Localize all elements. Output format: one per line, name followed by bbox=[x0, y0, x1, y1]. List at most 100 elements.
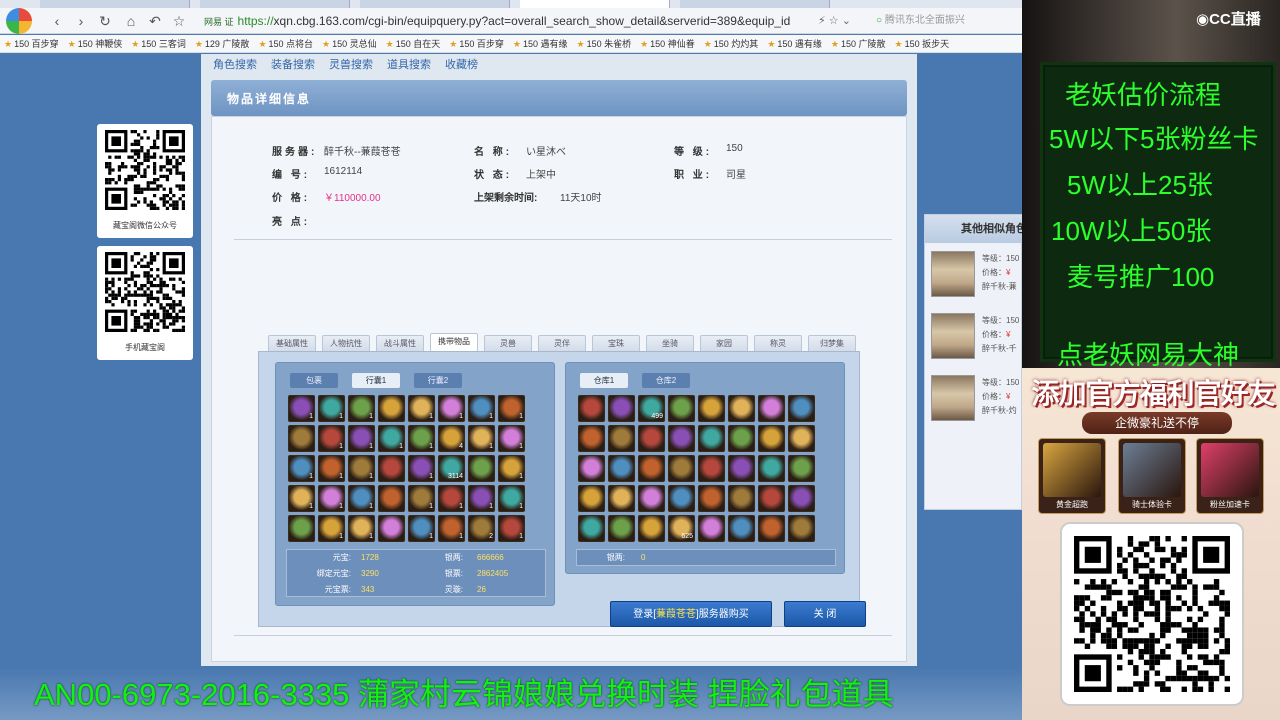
item-slot[interactable] bbox=[668, 455, 695, 482]
item-slot[interactable]: 1 bbox=[408, 485, 435, 512]
dropdown-icon[interactable]: ⌄ bbox=[842, 15, 851, 27]
item-slot[interactable] bbox=[758, 425, 785, 452]
buy-button[interactable]: 登录[蒹葭苍苍]服务器购买 bbox=[610, 601, 772, 627]
item-slot[interactable] bbox=[638, 455, 665, 482]
item-slot[interactable] bbox=[578, 425, 605, 452]
item-slot[interactable] bbox=[608, 455, 635, 482]
browser-tab[interactable] bbox=[40, 0, 190, 8]
similar-role-item[interactable]: 等级：150 价格：¥ 醉千秋-灼 bbox=[931, 375, 1022, 431]
item-slot[interactable] bbox=[668, 485, 695, 512]
undo-icon[interactable]: ↶ bbox=[146, 12, 164, 30]
bookmark-item[interactable]: 150 自在天 bbox=[382, 35, 446, 52]
item-slot[interactable] bbox=[698, 425, 725, 452]
item-slot[interactable] bbox=[668, 395, 695, 422]
item-slot[interactable]: 1 bbox=[468, 425, 495, 452]
item-slot[interactable]: 2 bbox=[468, 515, 495, 542]
home-icon[interactable]: ⌂ bbox=[122, 12, 140, 30]
item-slot[interactable] bbox=[668, 425, 695, 452]
item-slot[interactable] bbox=[578, 485, 605, 512]
tab-10[interactable]: 归梦集 bbox=[808, 335, 856, 351]
item-slot[interactable] bbox=[758, 395, 785, 422]
bookmark-item[interactable]: 150 三客词 bbox=[127, 35, 191, 52]
back-icon[interactable]: ‹ bbox=[48, 12, 66, 30]
item-slot[interactable]: 625 bbox=[668, 515, 695, 542]
bookmark-item[interactable]: 150 点将台 bbox=[254, 35, 318, 52]
item-slot[interactable] bbox=[378, 455, 405, 482]
bag-subtab-1[interactable]: 行囊1 bbox=[352, 373, 400, 388]
item-slot[interactable] bbox=[728, 455, 755, 482]
bookmark-item[interactable]: 150 遇有缘 bbox=[763, 35, 827, 52]
bookmark-item[interactable]: 150 广陵散 bbox=[827, 35, 891, 52]
tab-1[interactable]: 人物抗性 bbox=[322, 335, 370, 351]
item-slot[interactable] bbox=[378, 395, 405, 422]
nav-pet-search[interactable]: 灵兽搜索 bbox=[329, 56, 373, 72]
role-avatar[interactable] bbox=[931, 251, 975, 297]
role-avatar[interactable] bbox=[931, 375, 975, 421]
item-slot[interactable]: 1 bbox=[468, 395, 495, 422]
item-slot[interactable] bbox=[468, 455, 495, 482]
item-slot[interactable] bbox=[728, 395, 755, 422]
bookmark-item[interactable]: 150 扳步天 bbox=[891, 35, 955, 52]
bookmark-item[interactable]: 150 灼灼其 bbox=[700, 35, 764, 52]
item-slot[interactable] bbox=[578, 455, 605, 482]
item-slot[interactable]: 499 bbox=[638, 395, 665, 422]
warehouse-subtab-1[interactable]: 仓库2 bbox=[642, 373, 690, 388]
item-slot[interactable] bbox=[638, 485, 665, 512]
item-slot[interactable]: 1 bbox=[318, 455, 345, 482]
item-slot[interactable] bbox=[638, 515, 665, 542]
item-slot[interactable] bbox=[758, 515, 785, 542]
item-slot[interactable]: 1 bbox=[288, 395, 315, 422]
bookmark-item[interactable]: 150 百步穿 bbox=[445, 35, 509, 52]
bookmark-item[interactable]: 129 广陵散 bbox=[191, 35, 255, 52]
tab-5[interactable]: 灵伴 bbox=[538, 335, 586, 351]
item-slot[interactable]: 1 bbox=[408, 395, 435, 422]
tab-9[interactable]: 称灵 bbox=[754, 335, 802, 351]
bookmark-item[interactable]: 150 神鞭侠 bbox=[64, 35, 128, 52]
bookmark-item[interactable]: 150 朱雀桥 bbox=[572, 35, 636, 52]
item-slot[interactable]: 1 bbox=[318, 515, 345, 542]
item-slot[interactable]: 1 bbox=[498, 395, 525, 422]
search-input[interactable]: ○ 腾讯东北全面振兴 bbox=[876, 12, 1016, 30]
item-slot[interactable]: 1 bbox=[498, 515, 525, 542]
item-slot[interactable]: 1 bbox=[318, 425, 345, 452]
item-slot[interactable] bbox=[698, 455, 725, 482]
item-slot[interactable] bbox=[728, 515, 755, 542]
item-slot[interactable] bbox=[578, 515, 605, 542]
nav-role-search[interactable]: 角色搜索 bbox=[213, 56, 257, 72]
item-slot[interactable]: 1 bbox=[438, 515, 465, 542]
item-slot[interactable] bbox=[728, 485, 755, 512]
tab-4[interactable]: 灵兽 bbox=[484, 335, 532, 351]
item-slot[interactable] bbox=[788, 515, 815, 542]
close-button[interactable]: 关 闭 bbox=[784, 601, 866, 627]
item-slot[interactable] bbox=[788, 455, 815, 482]
bookmark-item[interactable]: 150 神仙眷 bbox=[636, 35, 700, 52]
bookmark-star-icon[interactable]: ☆ bbox=[829, 15, 839, 27]
warehouse-subtab-0[interactable]: 仓库1 bbox=[580, 373, 628, 388]
item-slot[interactable]: 1 bbox=[348, 515, 375, 542]
item-slot[interactable] bbox=[788, 395, 815, 422]
item-slot[interactable]: 3114 bbox=[438, 455, 465, 482]
tab-3[interactable]: 携带物品 bbox=[430, 333, 478, 351]
bag-subtab-2[interactable]: 行囊2 bbox=[414, 373, 462, 388]
item-slot[interactable] bbox=[378, 515, 405, 542]
item-slot[interactable] bbox=[698, 485, 725, 512]
item-slot[interactable] bbox=[578, 395, 605, 422]
bag-subtab-0[interactable]: 包裹 bbox=[290, 373, 338, 388]
nav-equip-search[interactable]: 装备搜索 bbox=[271, 56, 315, 72]
browser-tab-active[interactable] bbox=[520, 0, 670, 8]
bookmark-item[interactable]: 150 百步穿 bbox=[0, 35, 64, 52]
browser-tab[interactable] bbox=[360, 0, 510, 8]
nav-favorites[interactable]: 收藏榜 bbox=[445, 56, 478, 72]
item-slot[interactable]: 1 bbox=[468, 485, 495, 512]
item-slot[interactable] bbox=[698, 395, 725, 422]
bookmark-item[interactable]: 150 灵总仙 bbox=[318, 35, 382, 52]
item-slot[interactable]: 1 bbox=[318, 395, 345, 422]
item-slot[interactable]: 1 bbox=[438, 485, 465, 512]
item-slot[interactable] bbox=[288, 425, 315, 452]
item-slot[interactable]: 1 bbox=[348, 485, 375, 512]
tab-6[interactable]: 宝珠 bbox=[592, 335, 640, 351]
bookmark-item[interactable]: 150 遇有缘 bbox=[509, 35, 573, 52]
item-slot[interactable] bbox=[378, 485, 405, 512]
item-slot[interactable] bbox=[788, 485, 815, 512]
item-slot[interactable] bbox=[758, 455, 785, 482]
